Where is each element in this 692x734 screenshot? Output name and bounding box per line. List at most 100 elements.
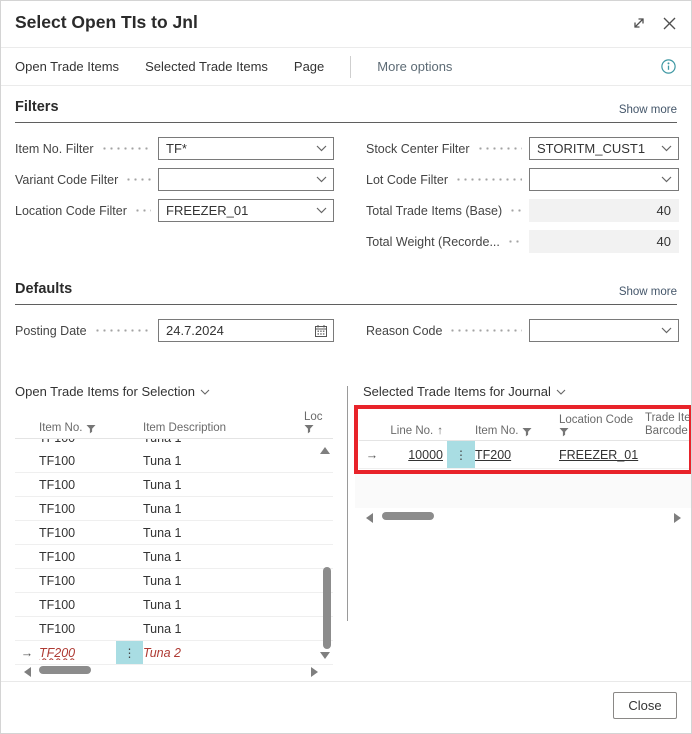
table-row[interactable]: TF100Tuna 1: [15, 497, 333, 521]
dotted-leader: [455, 178, 522, 181]
total-weight-label: Total Weight (Recorde...: [366, 230, 528, 253]
lot-code-filter-input[interactable]: [530, 172, 654, 187]
horizontal-scrollbar-thumb[interactable]: [39, 666, 91, 674]
posting-date-input[interactable]: [159, 323, 309, 338]
page-title: Select Open TIs to Jnl: [15, 12, 198, 33]
col-trade-item-barcode[interactable]: Trade Ite Barcode: [645, 412, 691, 437]
selected-table-row[interactable]: → 10000 ⋮ TF200 FREEZER_01: [359, 441, 691, 469]
scroll-down-icon[interactable]: [320, 652, 330, 659]
col-location-code[interactable]: Location Code: [559, 414, 645, 437]
menu-page[interactable]: Page: [294, 59, 324, 74]
dotted-leader: [101, 147, 152, 150]
filter-icon: [304, 424, 314, 434]
open-items-grid: Item No. Item Description Loc TF100 Tuna…: [15, 401, 333, 683]
table-row[interactable]: TF100Tuna 1: [15, 593, 333, 617]
location-code-link[interactable]: FREEZER_01: [559, 448, 638, 462]
table-row[interactable]: TF100 Tuna 1: [15, 439, 333, 449]
col-item-description[interactable]: Item Description: [143, 422, 304, 434]
table-row[interactable]: TF100Tuna 1: [15, 521, 333, 545]
open-items-panel-title[interactable]: Open Trade Items for Selection: [15, 384, 210, 399]
chevron-down-icon[interactable]: [654, 176, 678, 183]
reason-code-input[interactable]: [530, 323, 654, 338]
scroll-right-icon[interactable]: [311, 667, 318, 677]
posting-date-field[interactable]: [158, 319, 334, 342]
menu-more-options[interactable]: More options: [377, 59, 452, 74]
table-row[interactable]: TF100Tuna 1: [15, 473, 333, 497]
footer-divider: [1, 681, 691, 682]
dotted-leader: [125, 178, 151, 181]
current-row-arrow-icon: →: [359, 448, 385, 462]
col-item-no[interactable]: Item No.: [39, 422, 116, 434]
location-code-filter-field[interactable]: [158, 199, 334, 222]
expand-icon[interactable]: [629, 13, 649, 33]
total-weight-value: 40: [529, 230, 679, 253]
scroll-up-icon[interactable]: [320, 447, 330, 454]
stock-center-filter-field[interactable]: [529, 137, 679, 160]
table-row[interactable]: TF100Tuna 1: [15, 449, 333, 473]
reason-code-label: Reason Code: [366, 319, 528, 342]
dotted-leader: [94, 329, 151, 332]
table-row[interactable]: TF100Tuna 1: [15, 617, 333, 641]
variant-code-filter-input[interactable]: [159, 172, 309, 187]
selected-table-row[interactable]: → TF200 ⋮ Tuna 2: [15, 641, 333, 665]
filter-icon: [86, 424, 96, 434]
open-items-hscrollbar: [15, 665, 333, 679]
row-options-icon[interactable]: ⋮: [447, 441, 475, 468]
dialog-select-open-tis: Select Open TIs to Jnl Open Trade Items …: [0, 0, 692, 734]
lot-code-filter-field[interactable]: [529, 168, 679, 191]
vertical-scrollbar-thumb[interactable]: [323, 567, 331, 649]
dotted-leader: [507, 240, 522, 243]
item-no-link[interactable]: TF200: [475, 448, 511, 462]
col-line-no[interactable]: Line No. ↑: [390, 425, 447, 437]
variant-code-filter-field[interactable]: [158, 168, 334, 191]
window-controls: [629, 13, 679, 33]
table-row[interactable]: TF100Tuna 1: [15, 545, 333, 569]
chevron-down-icon[interactable]: [654, 327, 678, 334]
filters-show-more[interactable]: Show more: [619, 104, 677, 116]
item-no-filter-field[interactable]: [158, 137, 334, 160]
selected-items-panel-title[interactable]: Selected Trade Items for Journal: [363, 384, 566, 399]
filter-icon: [522, 427, 532, 437]
location-code-filter-input[interactable]: [159, 203, 309, 218]
close-icon[interactable]: [659, 13, 679, 33]
variant-code-filter-label: Variant Code Filter: [15, 168, 157, 191]
reason-code-field[interactable]: [529, 319, 679, 342]
menu-open-trade-items[interactable]: Open Trade Items: [15, 59, 119, 74]
calendar-icon[interactable]: [309, 324, 333, 338]
selected-items-grid-header: Line No. ↑ Item No. Location Code Trade …: [359, 409, 691, 441]
stock-center-filter-input[interactable]: [530, 141, 654, 156]
scroll-left-icon[interactable]: [24, 667, 31, 677]
chevron-down-icon: [200, 389, 210, 395]
chevron-down-icon[interactable]: [309, 176, 333, 183]
item-no-link[interactable]: TF200: [39, 646, 75, 660]
defaults-heading: Defaults: [15, 281, 72, 297]
line-no-link[interactable]: 10000: [408, 448, 443, 462]
chevron-down-icon[interactable]: [654, 145, 678, 152]
info-icon[interactable]: [660, 58, 677, 75]
filters-heading: Filters: [15, 99, 59, 115]
stock-center-filter-label: Stock Center Filter: [366, 137, 528, 160]
menu-selected-trade-items[interactable]: Selected Trade Items: [145, 59, 268, 74]
scroll-left-icon[interactable]: [366, 513, 373, 523]
filter-icon: [559, 427, 569, 437]
open-items-grid-header: Item No. Item Description Loc: [15, 401, 333, 439]
posting-date-label: Posting Date: [15, 319, 157, 342]
chevron-down-icon[interactable]: [309, 145, 333, 152]
scroll-right-icon[interactable]: [674, 513, 681, 523]
current-row-arrow-icon: →: [15, 646, 39, 660]
chevron-down-icon: [556, 389, 566, 395]
selected-items-empty-area: [355, 474, 691, 508]
col-item-no[interactable]: Item No.: [475, 425, 559, 437]
table-row[interactable]: TF100Tuna 1: [15, 569, 333, 593]
selected-items-grid: Line No. ↑ Item No. Location Code Trade …: [359, 409, 691, 469]
selected-items-hscrollbar: [359, 511, 683, 525]
defaults-show-more[interactable]: Show more: [619, 286, 677, 298]
sort-ascending-icon: ↑: [437, 425, 443, 437]
chevron-down-icon[interactable]: [309, 207, 333, 214]
dotted-leader: [477, 147, 522, 150]
row-options-icon[interactable]: ⋮: [116, 641, 143, 664]
horizontal-scrollbar-thumb[interactable]: [382, 512, 434, 520]
close-button[interactable]: Close: [613, 692, 677, 719]
item-no-filter-input[interactable]: [159, 141, 309, 156]
col-location-truncated[interactable]: Loc: [304, 411, 333, 434]
